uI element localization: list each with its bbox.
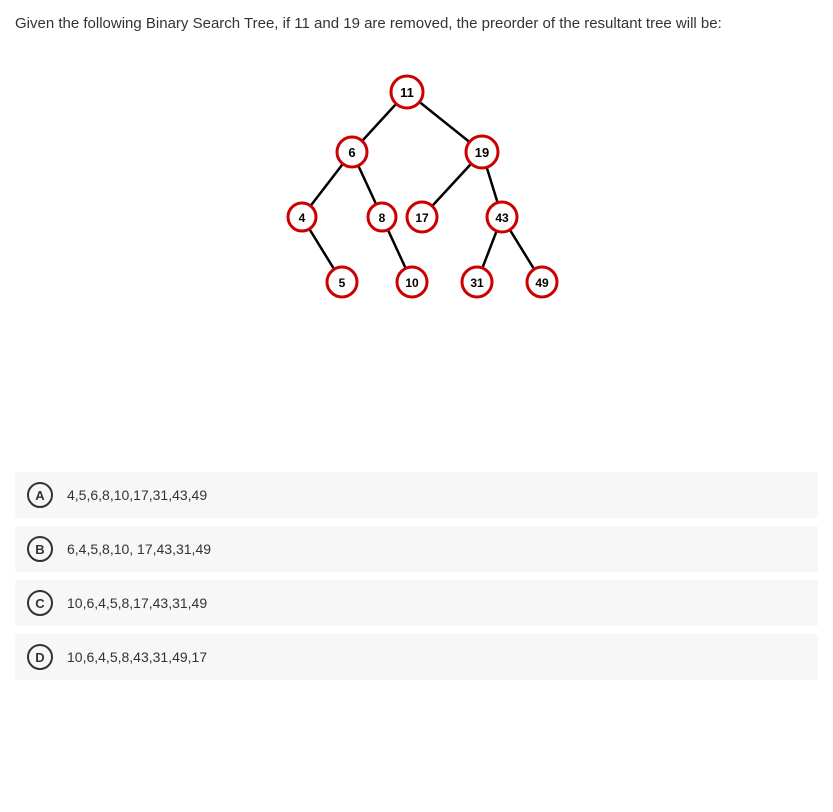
- node-17: 17: [415, 211, 429, 225]
- option-text-b: 6,4,5,8,10, 17,43,31,49: [67, 541, 211, 557]
- option-text-c: 10,6,4,5,8,17,43,31,49: [67, 595, 207, 611]
- node-49: 49: [535, 276, 549, 290]
- node-6: 6: [348, 145, 355, 160]
- option-letter-c: C: [27, 590, 53, 616]
- option-b[interactable]: B 6,4,5,8,10, 17,43,31,49: [15, 526, 818, 572]
- node-31: 31: [470, 276, 484, 290]
- question-text: Given the following Binary Search Tree, …: [15, 15, 818, 32]
- option-a[interactable]: A 4,5,6,8,10,17,31,43,49: [15, 472, 818, 518]
- option-letter-d: D: [27, 644, 53, 670]
- option-text-a: 4,5,6,8,10,17,31,43,49: [67, 487, 207, 503]
- node-19: 19: [474, 145, 488, 160]
- node-43: 43: [495, 211, 509, 225]
- option-text-d: 10,6,4,5,8,43,31,49,17: [67, 649, 207, 665]
- tree-diagram: 11 6 19 4 8 17 43 5 10: [15, 62, 818, 322]
- option-c[interactable]: C 10,6,4,5,8,17,43,31,49: [15, 580, 818, 626]
- node-4: 4: [298, 211, 305, 225]
- node-10: 10: [405, 276, 419, 290]
- bst-svg: 11 6 19 4 8 17 43 5 10: [257, 62, 577, 322]
- node-8: 8: [378, 211, 385, 225]
- option-letter-b: B: [27, 536, 53, 562]
- option-d[interactable]: D 10,6,4,5,8,43,31,49,17: [15, 634, 818, 680]
- option-letter-a: A: [27, 482, 53, 508]
- node-11: 11: [400, 85, 414, 100]
- node-5: 5: [338, 276, 345, 290]
- options-list: A 4,5,6,8,10,17,31,43,49 B 6,4,5,8,10, 1…: [15, 472, 818, 680]
